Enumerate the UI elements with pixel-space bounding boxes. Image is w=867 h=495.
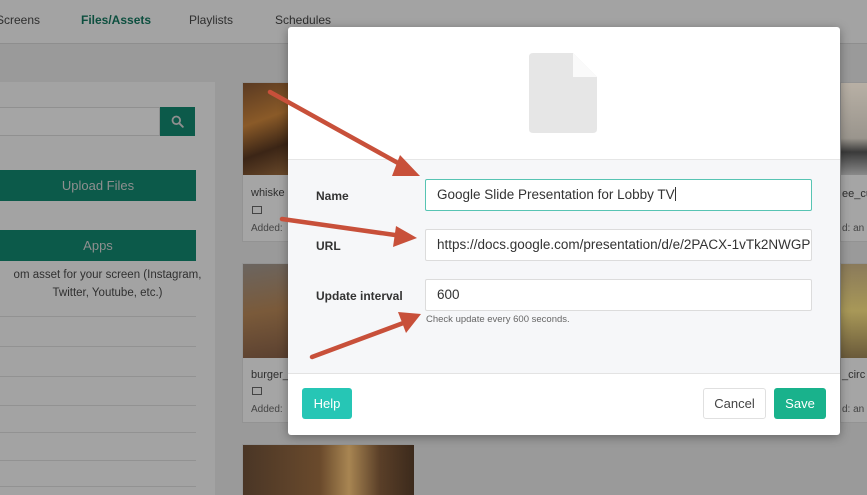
asset-card[interactable]: _circ d: an (840, 263, 867, 423)
name-input-value: Google Slide Presentation for Lobby TV (437, 187, 675, 202)
asset-name: burger_ (251, 369, 289, 381)
update-interval-input[interactable]: 600 (425, 279, 812, 311)
save-button[interactable]: Save (774, 388, 826, 419)
asset-name: ee_cu (842, 188, 867, 200)
asset-added: Added: (251, 404, 283, 415)
asset-thumbnail (243, 445, 414, 495)
asset-added: d: an (842, 223, 865, 234)
document-icon (529, 53, 597, 133)
asset-edit-modal: Name Google Slide Presentation for Lobby… (288, 27, 840, 435)
asset-preview (288, 27, 840, 160)
asset-card[interactable]: ee_cu d: an (840, 82, 867, 242)
url-input[interactable]: https://docs.google.com/presentation/d/e… (425, 229, 812, 261)
apps-button[interactable]: Apps (0, 230, 196, 261)
help-button[interactable]: Help (302, 388, 352, 419)
asset-added: d: an (842, 404, 865, 415)
image-icon (252, 387, 262, 395)
text-caret (674, 187, 676, 201)
asset-card[interactable]: burger_ Added: (242, 263, 291, 423)
asset-thumbnail (841, 264, 867, 358)
nav-item-screens[interactable]: Screens (0, 13, 40, 27)
upload-files-button[interactable]: Upload Files (0, 170, 196, 201)
asset-card[interactable] (242, 444, 414, 495)
asset-thumbnail (841, 83, 867, 175)
search-input[interactable] (0, 107, 160, 136)
asset-name: _circ (842, 369, 866, 381)
asset-thumbnail (243, 264, 291, 358)
nav-item-files-assets[interactable]: Files/Assets (81, 13, 151, 27)
search-button[interactable] (160, 107, 195, 136)
name-input[interactable]: Google Slide Presentation for Lobby TV (425, 179, 812, 211)
search-icon (171, 115, 184, 128)
asset-card[interactable]: whiske Added: (242, 82, 291, 242)
asset-added: Added: (251, 223, 283, 234)
asset-name: whiske (251, 187, 285, 199)
name-label: Name (316, 189, 349, 203)
asset-thumbnail (243, 83, 291, 175)
nav-item-schedules[interactable]: Schedules (275, 13, 331, 27)
image-icon (252, 206, 262, 214)
update-interval-hint: Check update every 600 seconds. (426, 314, 570, 325)
url-label: URL (316, 239, 341, 253)
apps-description: om asset for your screen (Instagram, Twi… (13, 269, 202, 299)
update-interval-label: Update interval (316, 289, 403, 303)
cancel-button[interactable]: Cancel (703, 388, 766, 419)
nav-item-playlists[interactable]: Playlists (189, 13, 233, 27)
